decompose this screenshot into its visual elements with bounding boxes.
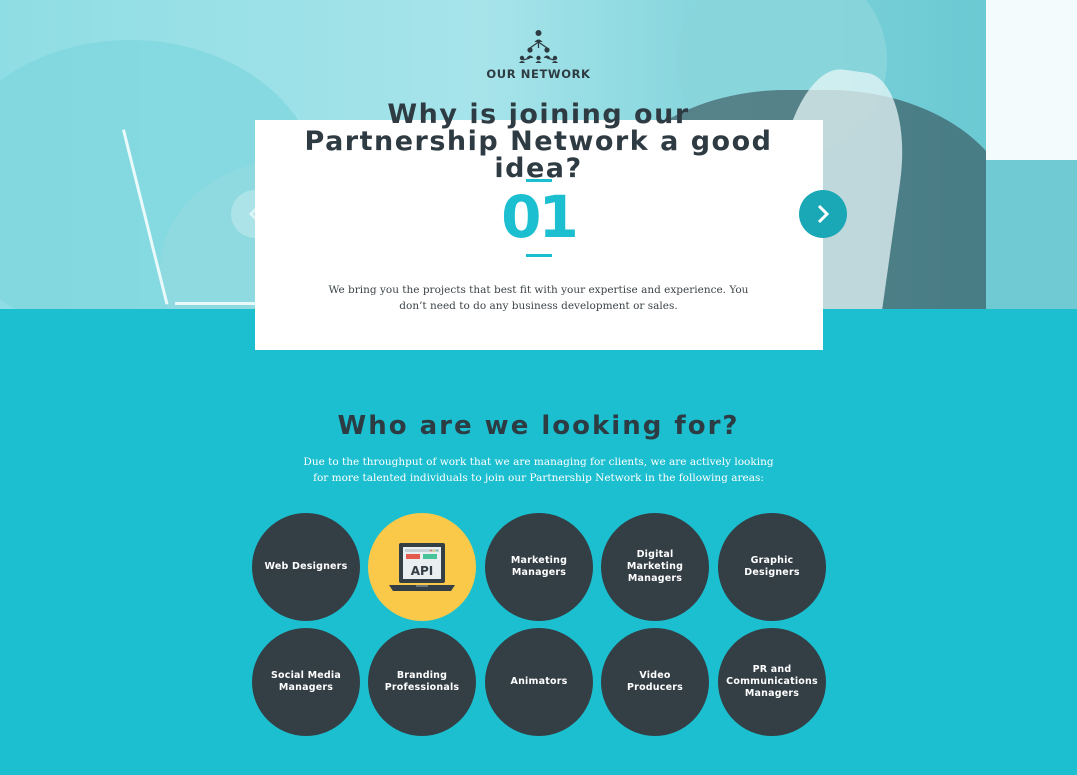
area-api[interactable]: API — [368, 513, 476, 621]
area-label: PR and Communications Managers — [726, 664, 818, 699]
slide-number: 01 — [501, 183, 579, 251]
area-label: Digital Marketing Managers — [626, 549, 684, 584]
chevron-left-icon — [248, 204, 261, 224]
network-icon — [519, 30, 558, 63]
area-social-media-managers[interactable]: Social Media Managers — [252, 628, 360, 736]
area-label: Branding Professionals — [384, 670, 460, 693]
section-label: OUR NETWORK — [486, 67, 591, 81]
area-web-designers[interactable]: Web Designers — [252, 513, 360, 621]
number-divider-bottom — [526, 254, 552, 257]
area-label: Graphic Designers — [744, 555, 800, 578]
area-graphic-designers[interactable]: Graphic Designers — [718, 513, 826, 621]
slide-title: Why is joining our Partnership Network a… — [304, 99, 773, 184]
area-digital-marketing-managers[interactable]: Digital Marketing Managers — [601, 513, 709, 621]
next-slide-button[interactable] — [799, 190, 847, 238]
looking-title: Who are we looking for? — [337, 411, 740, 441]
api-laptop-icon: API — [389, 543, 455, 591]
area-animators[interactable]: Animators — [485, 628, 593, 736]
area-video-producers[interactable]: Video Producers — [601, 628, 709, 736]
api-label: API — [411, 564, 434, 578]
number-divider-top — [526, 179, 552, 182]
area-label: Web Designers — [264, 561, 348, 572]
area-label: Marketing Managers — [510, 555, 568, 578]
slide-description: We bring you the projects that best fit … — [328, 284, 749, 312]
area-branding-professionals[interactable]: Branding Professionals — [368, 628, 476, 736]
looking-description: Due to the throughput of work that we ar… — [303, 456, 774, 484]
area-pr-communications-managers[interactable]: PR and Communications Managers — [718, 628, 826, 736]
chevron-right-icon — [817, 204, 830, 224]
area-label: Video Producers — [627, 670, 683, 693]
previous-slide-button[interactable] — [231, 190, 279, 238]
area-label: Social Media Managers — [271, 670, 341, 693]
area-label: Animators — [510, 676, 568, 687]
area-marketing-managers[interactable]: Marketing Managers — [485, 513, 593, 621]
